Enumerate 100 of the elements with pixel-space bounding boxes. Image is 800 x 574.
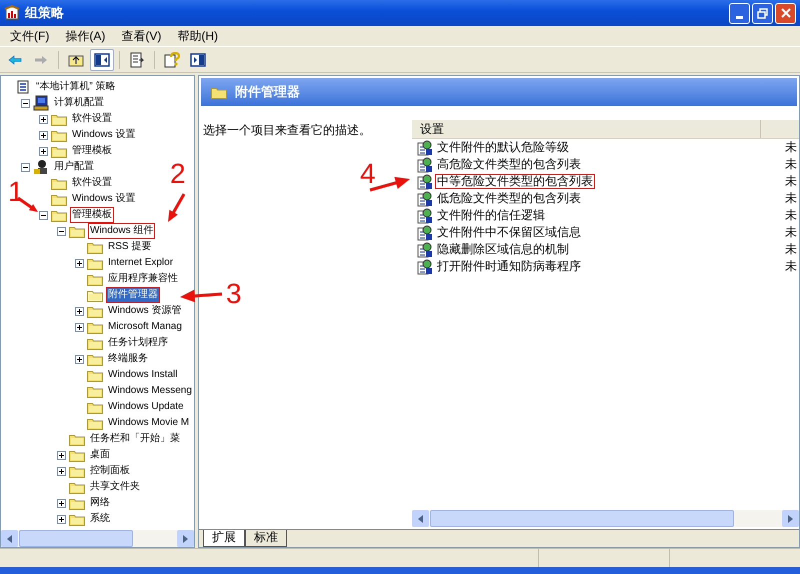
setting-name[interactable]: 文件附件的信任逻辑 xyxy=(435,208,547,223)
folder-icon xyxy=(87,368,103,382)
folder-icon xyxy=(211,86,227,98)
folder-icon xyxy=(51,144,67,158)
minimize-icon xyxy=(736,16,743,18)
scroll-left-button[interactable] xyxy=(412,510,429,527)
setting-name[interactable]: 打开附件时通知防病毒程序 xyxy=(435,259,583,274)
menu-item[interactable]: 操作(A) xyxy=(59,28,112,44)
expand-icon[interactable] xyxy=(39,130,48,140)
tree-item[interactable]: Windows Movie M xyxy=(106,415,192,431)
folder-icon xyxy=(87,256,103,270)
setting-name[interactable]: 文件附件的默认危险等级 xyxy=(435,140,571,155)
collapse-icon[interactable] xyxy=(21,98,30,108)
show-tree-button[interactable] xyxy=(90,48,114,70)
setting-icon xyxy=(417,258,433,274)
expand-icon[interactable] xyxy=(57,498,66,508)
horizontal-scrollbar[interactable] xyxy=(1,530,194,547)
folder-icon xyxy=(69,496,85,510)
setting-icon xyxy=(417,242,433,258)
tree-item[interactable]: 共享文件夹 xyxy=(88,479,142,495)
scroll-right-button[interactable] xyxy=(782,510,799,527)
expand-icon[interactable] xyxy=(75,306,84,316)
tree-item[interactable]: 桌面 xyxy=(88,447,112,463)
view-tab[interactable]: 扩展 xyxy=(203,530,245,547)
expand-icon[interactable] xyxy=(57,450,66,460)
expand-icon[interactable] xyxy=(75,322,84,332)
folder-icon xyxy=(87,304,103,318)
user-icon xyxy=(33,159,49,175)
view-tab[interactable]: 标准 xyxy=(245,530,287,547)
folder-icon xyxy=(87,416,103,430)
tree-item[interactable]: 软件设置 xyxy=(70,111,114,127)
back-arrow-icon xyxy=(8,54,22,64)
tree-item[interactable]: Windows 设置 xyxy=(70,127,138,143)
minimize-button[interactable] xyxy=(729,2,750,24)
menu-item[interactable]: 文件(F) xyxy=(4,28,56,44)
tree-item[interactable]: 任务栏和「开始」菜 xyxy=(88,431,182,447)
folder-icon xyxy=(87,400,103,414)
setting-name[interactable]: 隐藏删除区域信息的机制 xyxy=(435,242,571,257)
expand-icon[interactable] xyxy=(39,114,48,124)
close-icon xyxy=(780,8,790,18)
annotation-number: 2 xyxy=(170,160,186,188)
tree-item[interactable]: “本地计算机” 策略 xyxy=(34,79,118,95)
scroll-right-button[interactable] xyxy=(177,530,194,547)
window-title: 组策略 xyxy=(25,4,64,22)
menu-item[interactable]: 查看(V) xyxy=(115,28,168,44)
table-cell-text: 未 xyxy=(785,156,798,173)
maximize-button[interactable] xyxy=(752,2,773,24)
tree-item[interactable]: Windows 设置 xyxy=(70,191,138,207)
tree-item[interactable]: Windows Update xyxy=(106,399,186,415)
expand-icon[interactable] xyxy=(75,354,84,364)
tree-item[interactable]: 网络 xyxy=(88,495,112,511)
setting-name[interactable]: 中等危险文件类型的包含列表 xyxy=(435,174,595,189)
folder-icon xyxy=(87,240,103,254)
tree-item[interactable]: Windows Install xyxy=(106,367,180,383)
tree-item[interactable]: 计算机配置 xyxy=(52,95,106,111)
tree-item[interactable]: Windows 资源管 xyxy=(106,303,184,319)
table-cell-text: 未 xyxy=(785,190,798,207)
tree-item[interactable]: 终端服务 xyxy=(106,351,150,367)
table-cell-text: 未 xyxy=(785,207,798,224)
description-text: 选择一个项目来查看它的描述。 xyxy=(203,123,371,137)
tree-item[interactable]: 应用程序兼容性 xyxy=(106,271,180,287)
collapse-icon[interactable] xyxy=(57,226,66,236)
annotation-arrow xyxy=(168,193,186,222)
tree-item[interactable]: Microsoft Manag xyxy=(106,319,184,335)
scroll-thumb[interactable] xyxy=(430,510,734,527)
tree-item[interactable]: Windows 组件 xyxy=(88,223,156,239)
folder-icon xyxy=(69,512,85,526)
setting-name[interactable]: 高危险文件类型的包含列表 xyxy=(435,157,583,172)
expand-icon[interactable] xyxy=(39,146,48,156)
tree-item[interactable]: 用户配置 xyxy=(52,159,96,175)
menu-item[interactable]: 帮助(H) xyxy=(171,28,224,44)
restore-icon xyxy=(757,8,768,18)
collapse-icon[interactable] xyxy=(39,210,48,220)
tree-item[interactable]: 管理模板 xyxy=(70,143,114,159)
setting-name[interactable]: 文件附件中不保留区域信息 xyxy=(435,225,583,240)
horizontal-scrollbar[interactable] xyxy=(412,510,799,527)
details-title: 附件管理器 xyxy=(235,83,300,101)
folder-icon xyxy=(51,112,67,126)
tree-item[interactable]: RSS 提要 xyxy=(106,239,154,255)
setting-icon xyxy=(417,224,433,240)
scroll-thumb[interactable] xyxy=(19,530,133,547)
tree-item[interactable]: 管理模板 xyxy=(70,207,114,223)
collapse-icon[interactable] xyxy=(21,162,30,172)
tree-item[interactable]: Internet Explor xyxy=(106,255,176,271)
tree-item[interactable]: 任务计划程序 xyxy=(106,335,170,351)
list-export-icon xyxy=(129,52,145,68)
folder-icon xyxy=(51,208,67,222)
tree-item[interactable]: 软件设置 xyxy=(70,175,114,191)
expand-icon[interactable] xyxy=(57,466,66,476)
table-cell-text: 未 xyxy=(785,258,798,275)
tree-item[interactable]: 附件管理器 xyxy=(106,287,160,303)
setting-icon xyxy=(417,140,433,156)
scroll-left-button[interactable] xyxy=(1,530,18,547)
tree-item[interactable]: 控制面板 xyxy=(88,463,132,479)
expand-icon[interactable] xyxy=(75,258,84,268)
expand-icon[interactable] xyxy=(57,514,66,524)
tree-item[interactable]: Windows Messeng xyxy=(106,383,194,399)
tree-item[interactable]: 系统 xyxy=(88,511,112,527)
setting-name[interactable]: 低危险文件类型的包含列表 xyxy=(435,191,583,206)
close-button[interactable] xyxy=(775,2,796,24)
